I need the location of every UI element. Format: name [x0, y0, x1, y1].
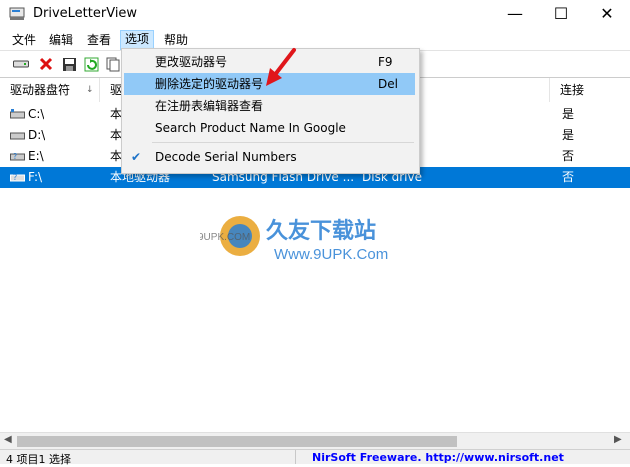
maximize-button[interactable]: ☐ — [538, 0, 584, 30]
nirsoft-link[interactable]: NirSoft Freeware. http://www.nirsoft.net — [312, 451, 564, 464]
menu-bar: 文件 编辑 查看 选项 帮助 — [0, 30, 630, 50]
title-bar: DriveLetterView — ☐ ✕ — [0, 0, 630, 30]
cell-drive-letter: D:\ — [28, 128, 46, 142]
scroll-left-icon[interactable]: ◀ — [4, 434, 12, 445]
cell-drive-letter: F:\ — [28, 170, 43, 184]
menu-item-decode-serial-numbers[interactable]: ✔ Decode Serial Numbers — [124, 146, 415, 168]
horizontal-scrollbar[interactable]: ◀ ▶ — [0, 432, 630, 450]
check-icon: ✔ — [131, 150, 142, 164]
watermark-brand: 久友下载站 — [266, 218, 376, 244]
status-count: 4 项目1 选择 — [6, 453, 71, 466]
refresh-icon[interactable] — [82, 55, 100, 73]
svg-text:?: ? — [13, 152, 17, 161]
annotation-arrow-icon — [266, 48, 296, 86]
svg-text:?: ? — [13, 173, 17, 182]
cell-connected: 否 — [562, 170, 575, 184]
column-header-drive-letter[interactable]: 驱动器盘符 ↓ — [0, 78, 100, 102]
copy-icon[interactable] — [104, 55, 122, 73]
menu-view[interactable]: 查看 — [83, 31, 115, 49]
watermark-url: Www.9UPK.Com — [274, 246, 388, 263]
delete-icon[interactable] — [37, 55, 55, 73]
status-bar: 4 项目1 选择 NirSoft Freeware. http://www.ni… — [0, 449, 630, 466]
unknown-drive-icon: ? — [10, 152, 25, 161]
scrollbar-thumb[interactable] — [17, 436, 457, 447]
menu-options[interactable]: 选项 — [120, 30, 155, 50]
menu-file[interactable]: 文件 — [8, 31, 40, 49]
app-icon — [9, 7, 25, 20]
hard-drive-icon — [10, 132, 25, 140]
sort-indicator-icon: ↓ — [86, 85, 94, 95]
scroll-right-icon[interactable]: ▶ — [614, 434, 622, 445]
watermark-small-text: 9UPK.COM — [200, 232, 250, 243]
drive-icon[interactable] — [12, 55, 30, 73]
watermark-logo: 9UPK.COM 久友下载站 Www.9UPK.Com — [200, 216, 388, 263]
cell-drive-letter: C:\ — [28, 107, 45, 121]
cell-connected: 是 — [562, 107, 575, 121]
save-icon[interactable] — [60, 55, 78, 73]
cell-connected: 否 — [562, 149, 575, 163]
status-divider — [295, 450, 296, 464]
cell-drive-letter: E:\ — [28, 149, 44, 163]
minimize-button[interactable]: — — [492, 0, 538, 30]
menu-item-search-google[interactable]: Search Product Name In Google — [124, 117, 415, 139]
window-title: DriveLetterView — [33, 6, 138, 21]
menu-separator — [152, 142, 414, 143]
hard-drive-icon — [10, 109, 25, 119]
cell-connected: 是 — [562, 128, 575, 142]
unknown-drive-icon: ? — [10, 173, 25, 182]
close-button[interactable]: ✕ — [584, 0, 630, 30]
menu-edit[interactable]: 编辑 — [45, 31, 77, 49]
column-header-connected[interactable]: 连接 — [550, 78, 630, 102]
menu-item-open-in-regedit[interactable]: 在注册表编辑器查看 — [124, 95, 415, 117]
menu-help[interactable]: 帮助 — [160, 31, 192, 49]
